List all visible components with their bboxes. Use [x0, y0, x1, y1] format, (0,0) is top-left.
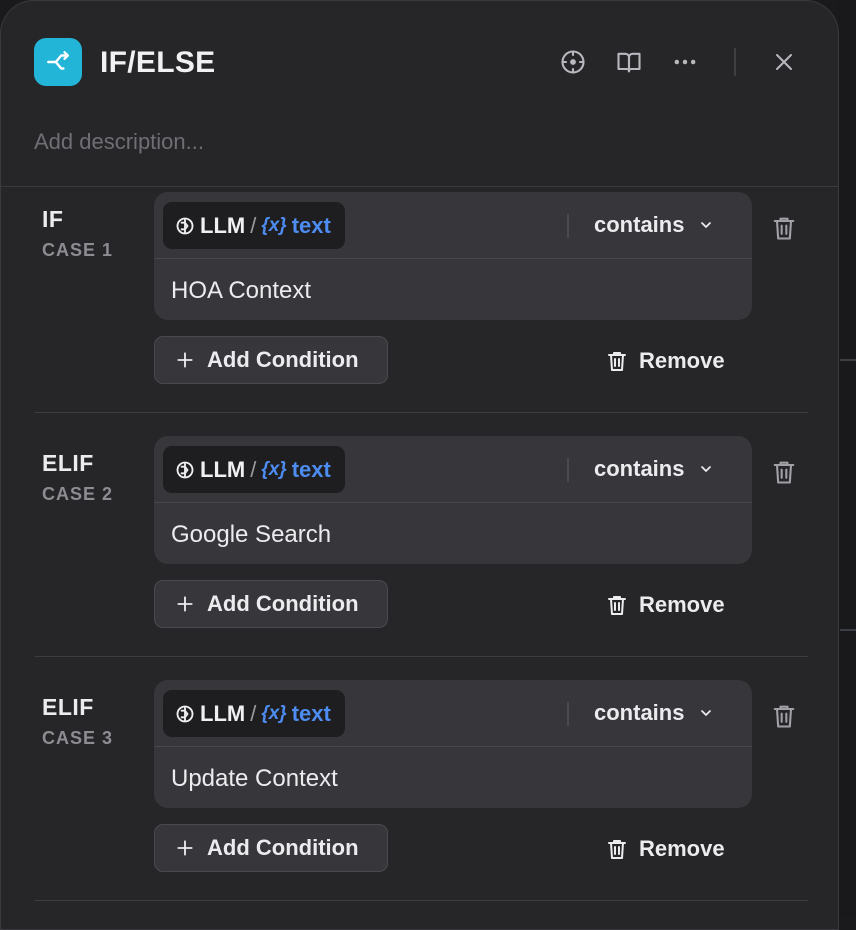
variable-selector[interactable]: LLM / {x} text	[163, 446, 345, 493]
panel-header: IF/ELSE	[34, 38, 804, 86]
operator-select[interactable]: contains	[594, 212, 714, 238]
description-input[interactable]: Add description...	[34, 129, 204, 155]
condition-box: LLM / {x} text contains Google Search	[154, 436, 752, 564]
add-condition-label: Add Condition	[207, 347, 359, 372]
condition-value-input[interactable]: HOA Context	[171, 277, 311, 305]
book-open-icon[interactable]	[613, 46, 645, 78]
plus-icon	[177, 840, 193, 856]
variable-path-separator: /	[250, 456, 257, 482]
trash-icon[interactable]	[768, 211, 800, 245]
operator-select[interactable]: contains	[594, 700, 714, 726]
add-condition-button[interactable]: Add Condition	[154, 824, 388, 872]
trash-icon	[608, 352, 626, 371]
variable-name: text	[291, 700, 331, 726]
add-condition-button[interactable]: Add Condition	[154, 580, 388, 628]
variable-node-name: LLM	[200, 700, 246, 726]
case-divider	[35, 900, 808, 901]
case-keyword: ELIF	[42, 694, 94, 720]
condition-value-input[interactable]: Google Search	[171, 521, 331, 549]
variable-selector[interactable]: LLM / {x} text	[163, 690, 345, 737]
operator-select[interactable]: contains	[594, 456, 714, 482]
remove-label: Remove	[639, 592, 725, 617]
case-label: CASE 3	[42, 728, 114, 748]
variable-path-separator: /	[250, 212, 257, 238]
operator-label: contains	[594, 456, 685, 481]
remove-case-button[interactable]: Remove	[605, 348, 725, 374]
branch-arrow-icon	[34, 38, 82, 86]
if-else-panel: IF/ELSE Add description... IF CASE 1 LLM…	[0, 0, 839, 930]
canvas-edge	[838, 0, 856, 916]
variable-node-name: LLM	[200, 456, 246, 482]
operator-separator	[567, 702, 569, 726]
llm-node-icon	[176, 217, 194, 234]
case-label: CASE 2	[42, 484, 114, 504]
chevron-down-icon	[701, 222, 712, 228]
chevron-down-icon	[701, 710, 712, 716]
variable-name: text	[291, 212, 331, 238]
trash-icon	[608, 596, 626, 615]
variable-name: text	[291, 456, 331, 482]
trash-icon	[608, 840, 626, 859]
variable-braces-icon: {x}	[261, 458, 287, 480]
condition-box: LLM / {x} text contains Update Context	[154, 680, 752, 808]
remove-label: Remove	[639, 836, 725, 861]
remove-case-button[interactable]: Remove	[605, 592, 725, 618]
llm-node-icon	[176, 461, 194, 478]
case-keyword: IF	[42, 206, 64, 232]
chevron-down-icon	[701, 466, 712, 472]
operator-separator	[567, 214, 569, 238]
condition-divider	[154, 746, 752, 747]
close-icon[interactable]	[768, 46, 800, 78]
remove-case-button[interactable]: Remove	[605, 836, 725, 862]
variable-path-separator: /	[250, 700, 257, 726]
canvas-edge-connector	[840, 359, 856, 361]
condition-divider	[154, 502, 752, 503]
variable-braces-icon: {x}	[261, 702, 287, 724]
header-divider	[1, 186, 838, 187]
plus-icon	[177, 352, 193, 368]
add-condition-label: Add Condition	[207, 591, 359, 616]
variable-node-name: LLM	[200, 212, 246, 238]
panel-title: IF/ELSE	[100, 46, 216, 79]
trash-icon[interactable]	[768, 699, 800, 733]
canvas-edge-connector	[840, 629, 856, 631]
operator-label: contains	[594, 700, 685, 725]
variable-selector[interactable]: LLM / {x} text	[163, 202, 345, 249]
add-condition-label: Add Condition	[207, 835, 359, 860]
add-condition-button[interactable]: Add Condition	[154, 336, 388, 384]
case-divider	[35, 656, 808, 657]
condition-box: LLM / {x} text contains HOA Context	[154, 192, 752, 320]
condition-value-input[interactable]: Update Context	[171, 765, 338, 793]
case-keyword: ELIF	[42, 450, 94, 476]
more-horizontal-icon[interactable]	[669, 46, 701, 78]
plus-icon	[177, 596, 193, 612]
condition-divider	[154, 258, 752, 259]
operator-separator	[567, 458, 569, 482]
llm-node-icon	[176, 705, 194, 722]
trash-icon[interactable]	[768, 455, 800, 489]
remove-label: Remove	[639, 348, 725, 373]
crosshair-icon[interactable]	[557, 46, 589, 78]
case-divider	[35, 412, 808, 413]
variable-braces-icon: {x}	[261, 214, 287, 236]
operator-label: contains	[594, 212, 685, 237]
case-label: CASE 1	[42, 240, 114, 260]
header-separator	[734, 48, 736, 76]
